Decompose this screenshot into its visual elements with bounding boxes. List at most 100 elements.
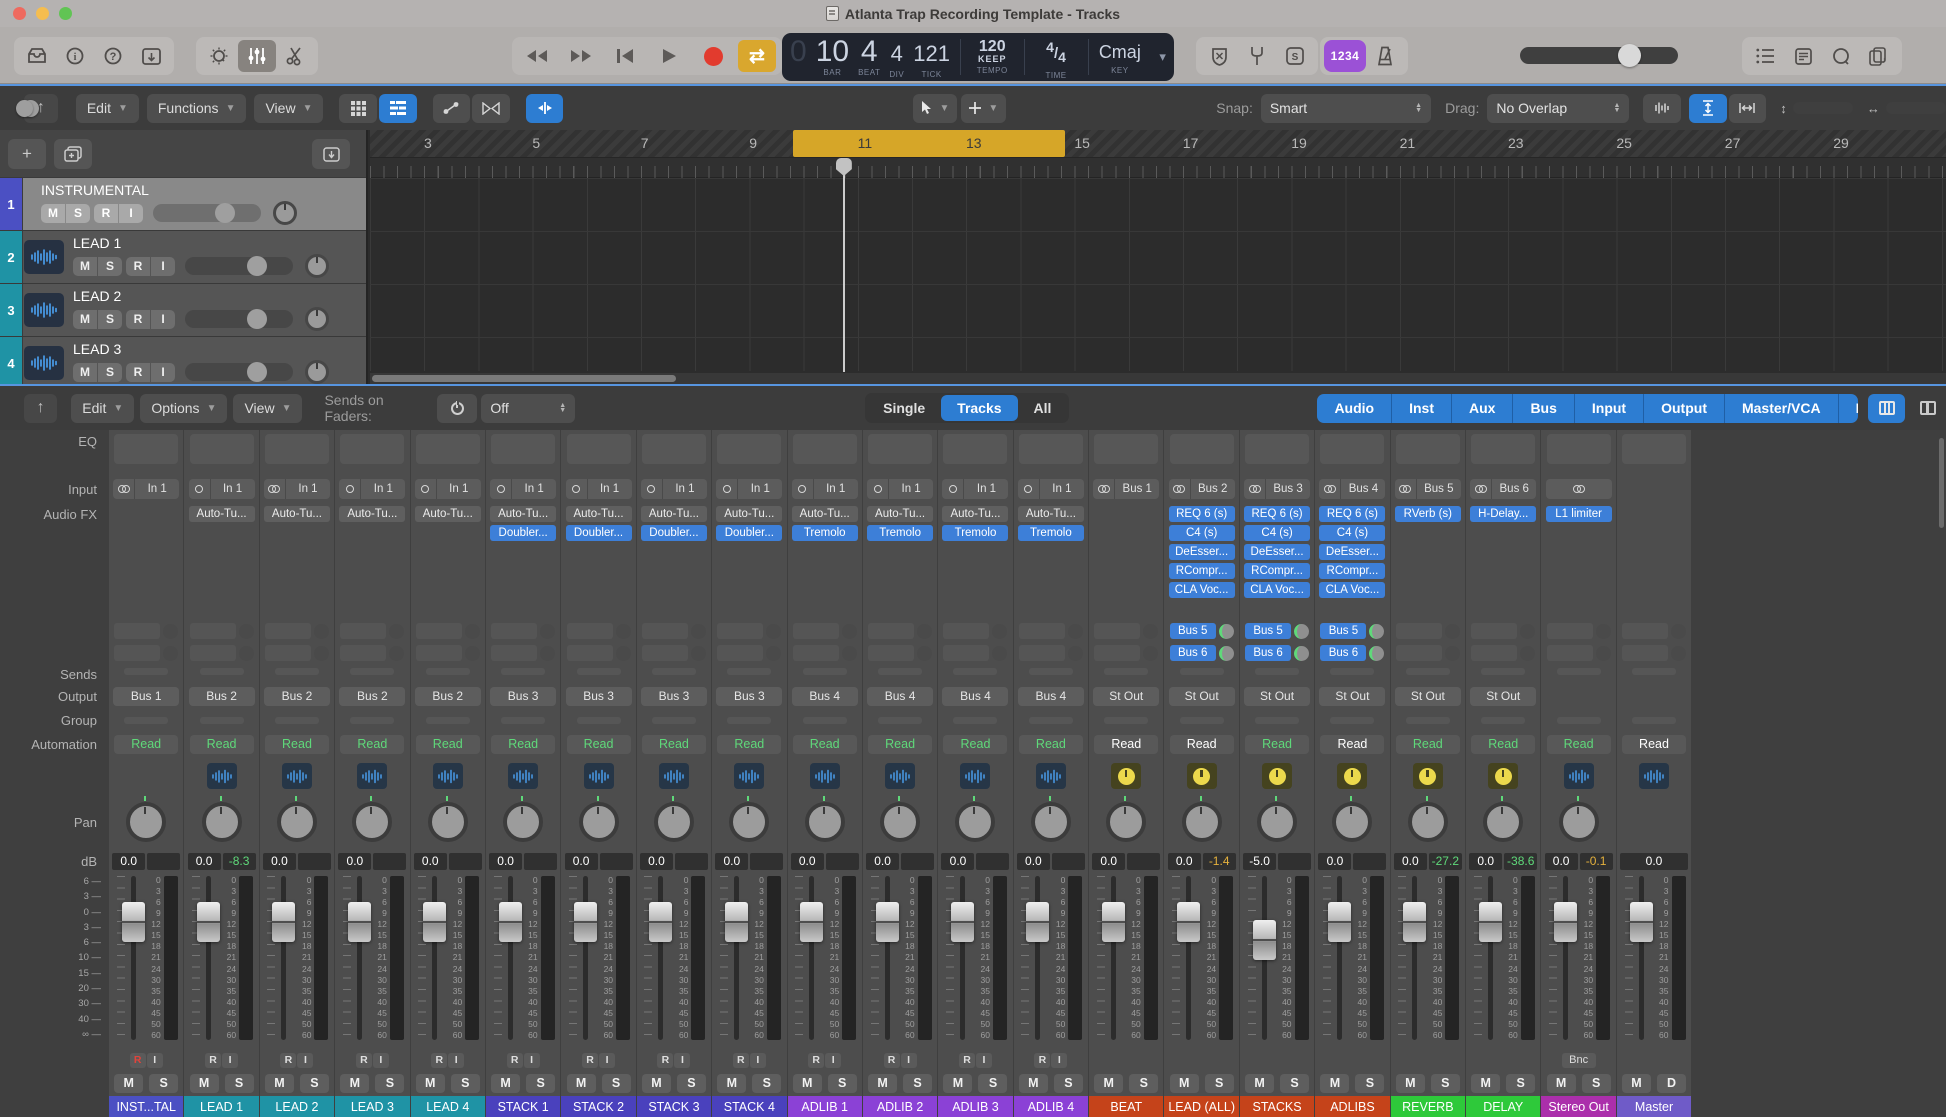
send-slot[interactable]: [1094, 645, 1140, 661]
send-level-knob[interactable]: [1671, 646, 1686, 661]
solo-button[interactable]: S: [1054, 1074, 1083, 1093]
input-slot[interactable]: Bus 1: [1093, 479, 1159, 499]
timeline[interactable]: 357911131517192123252729: [370, 130, 1946, 384]
channel-name[interactable]: STACK 3: [637, 1096, 711, 1117]
send-level-knob[interactable]: [1445, 624, 1460, 639]
input-monitor-button[interactable]: I: [448, 1053, 464, 1068]
automation-mode-button[interactable]: Read: [868, 735, 932, 754]
play-button[interactable]: [650, 40, 688, 72]
horizontal-auto-zoom-icon[interactable]: [1729, 94, 1767, 123]
send-level-knob[interactable]: [465, 646, 480, 661]
mute-button[interactable]: M: [1547, 1074, 1576, 1093]
track-pan-knob[interactable]: [305, 307, 329, 331]
send-level-knob[interactable]: [1068, 646, 1083, 661]
volume-value[interactable]: 0.0: [791, 853, 824, 870]
forward-button[interactable]: [562, 40, 600, 72]
automation-mode-button[interactable]: Read: [793, 735, 857, 754]
send-level-knob[interactable]: [389, 624, 404, 639]
audio-fx-plugin[interactable]: H-Delay...: [1470, 506, 1536, 522]
solo-button[interactable]: S: [1205, 1074, 1234, 1093]
group-slot[interactable]: [953, 717, 997, 724]
mute-button[interactable]: M: [1320, 1074, 1349, 1093]
horizontal-scrollbar-thumb[interactable]: [372, 375, 676, 382]
volume-value[interactable]: 0.0: [1318, 853, 1351, 870]
eq-thumbnail-slot[interactable]: [1471, 434, 1535, 464]
audio-fx-plugin[interactable]: Auto-Tu...: [264, 506, 330, 522]
output-slot[interactable]: St Out: [1319, 687, 1385, 706]
track-pan-knob[interactable]: [305, 254, 329, 278]
automation-mode-button[interactable]: Read: [1622, 735, 1686, 754]
input-slot[interactable]: In 1: [1018, 479, 1084, 499]
group-slot[interactable]: [501, 717, 545, 724]
peak-value[interactable]: [600, 853, 633, 870]
input-slot[interactable]: In 1: [641, 479, 707, 499]
send-level-knob[interactable]: [1068, 624, 1083, 639]
solo-button[interactable]: S: [828, 1074, 857, 1093]
volume-fader[interactable]: [353, 876, 366, 1040]
group-slot[interactable]: [1330, 717, 1374, 724]
volume-fader[interactable]: [881, 876, 894, 1040]
volume-fader[interactable]: [1559, 876, 1572, 1040]
track-volume-knob[interactable]: [215, 203, 235, 223]
output-slot[interactable]: Bus 3: [716, 687, 782, 706]
send-slot[interactable]: [491, 623, 537, 639]
audio-fx-plugin[interactable]: Auto-Tu...: [641, 506, 707, 522]
record-enable-button[interactable]: R: [205, 1053, 221, 1068]
group-slot[interactable]: [426, 717, 470, 724]
send-slot[interactable]: [868, 645, 914, 661]
record-enable-button[interactable]: R: [657, 1053, 673, 1068]
record-enable-button[interactable]: R: [959, 1053, 975, 1068]
track-solo-button[interactable]: S: [98, 363, 122, 382]
volume-fader[interactable]: [730, 876, 743, 1040]
audio-fx-plugin[interactable]: Doubler...: [641, 525, 707, 541]
channel-name[interactable]: STACK 4: [712, 1096, 786, 1117]
send-level-knob[interactable]: [1369, 624, 1384, 639]
send-level-knob[interactable]: [540, 646, 555, 661]
track-volume-slider[interactable]: [153, 204, 261, 222]
peak-value[interactable]: [1353, 853, 1386, 870]
track-name[interactable]: LEAD 2: [73, 288, 360, 304]
input-slot[interactable]: Bus 6: [1470, 479, 1536, 499]
track-name[interactable]: LEAD 1: [73, 235, 360, 251]
track-header[interactable]: 2 LEAD 1 MS RI: [0, 231, 366, 284]
eq-thumbnail-slot[interactable]: [340, 434, 404, 464]
send-level-knob[interactable]: [163, 646, 178, 661]
automation-mode-button[interactable]: Read: [1471, 735, 1535, 754]
send-level-knob[interactable]: [540, 624, 555, 639]
pan-knob[interactable]: [654, 802, 694, 842]
channel-name[interactable]: ADLIB 1: [788, 1096, 862, 1117]
solo-button[interactable]: S: [375, 1074, 404, 1093]
audio-fx-plugin[interactable]: REQ 6 (s): [1244, 506, 1310, 522]
eq-thumbnail-slot[interactable]: [642, 434, 706, 464]
peak-value[interactable]: [976, 853, 1009, 870]
solo-button[interactable]: S: [149, 1074, 178, 1093]
send-slot[interactable]: [340, 645, 386, 661]
filter-midi[interactable]: MIDI: [1839, 394, 1858, 423]
send-slot[interactable]: [416, 645, 462, 661]
filter-audio[interactable]: Audio: [1317, 394, 1392, 423]
output-slot[interactable]: Bus 4: [1018, 687, 1084, 706]
mute-button[interactable]: M: [1019, 1074, 1048, 1093]
solo-button[interactable]: S: [1582, 1074, 1611, 1093]
peak-value[interactable]: [675, 853, 708, 870]
mute-button[interactable]: M: [114, 1074, 143, 1093]
tracks-edit-menu[interactable]: Edit▼: [76, 94, 139, 123]
volume-fader[interactable]: [504, 876, 517, 1040]
volume-fader[interactable]: [277, 876, 290, 1040]
mute-button[interactable]: M: [868, 1074, 897, 1093]
mute-button[interactable]: M: [1396, 1074, 1425, 1093]
audio-fx-plugin[interactable]: Tremolo: [792, 525, 858, 541]
sends-on-faders-power-icon[interactable]: [437, 394, 478, 423]
mixer-tab-single[interactable]: Single: [867, 395, 941, 421]
automation-mode-button[interactable]: Read: [1396, 735, 1460, 754]
filter-bus[interactable]: Bus: [1513, 394, 1574, 423]
channel-name[interactable]: INST...TAL: [109, 1096, 183, 1117]
record-enable-button[interactable]: R: [507, 1053, 523, 1068]
channel-name[interactable]: Stereo Out: [1541, 1096, 1615, 1117]
pan-knob[interactable]: [202, 802, 242, 842]
fader-cap[interactable]: [876, 902, 899, 942]
eq-thumbnail-slot[interactable]: [943, 434, 1007, 464]
automation-mode-button[interactable]: Read: [265, 735, 329, 754]
audio-fx-plugin[interactable]: Tremolo: [867, 525, 933, 541]
group-slot[interactable]: [1180, 717, 1224, 724]
